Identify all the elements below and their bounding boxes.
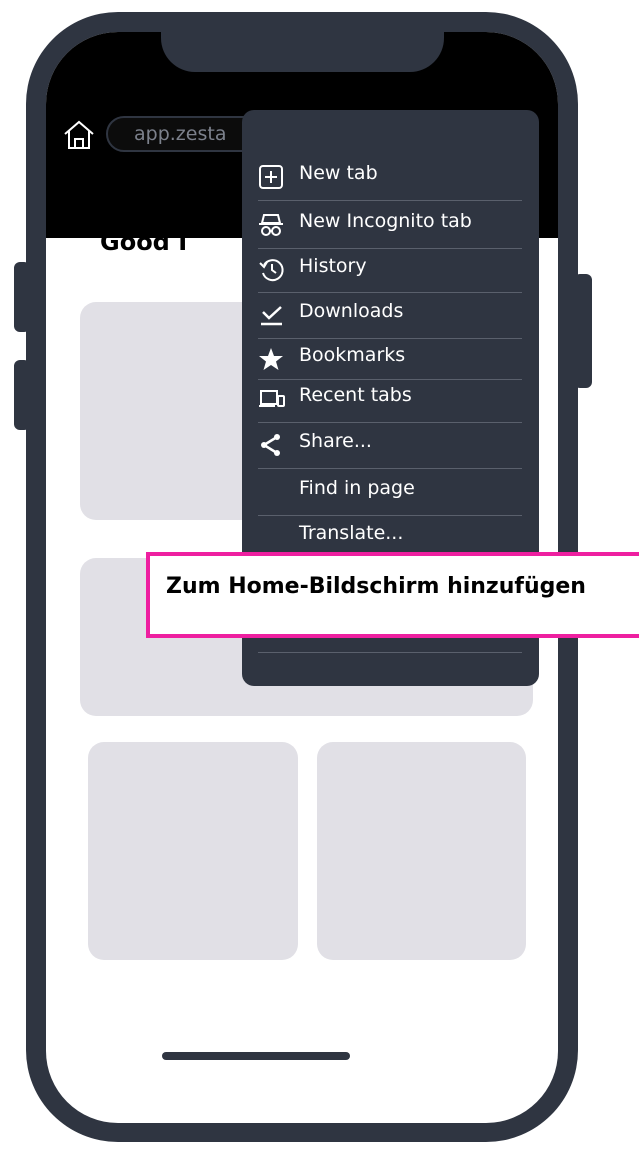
menu-divider (258, 292, 522, 293)
notch (161, 32, 444, 72)
callout-text: Zum Home-Bildschirm hinzufügen (166, 574, 586, 599)
menu-item-history[interactable]: History (258, 249, 522, 289)
add-to-home-screen-callout[interactable]: Zum Home-Bildschirm hinzufügen (146, 552, 639, 638)
incognito-icon (259, 214, 283, 236)
home-indicator (162, 1052, 350, 1060)
menu-item-share[interactable]: Share... (258, 424, 522, 464)
history-icon (259, 259, 284, 282)
menu-item-label: Recent tabs (299, 384, 412, 406)
content-card-4[interactable] (317, 742, 526, 960)
menu-item-find-in-page[interactable]: Find in page (258, 471, 522, 511)
content-card-1[interactable] (80, 302, 260, 520)
menu-divider (258, 422, 522, 423)
menu-item-new-tab[interactable]: New tab (258, 156, 522, 196)
star-icon (259, 348, 283, 370)
home-button[interactable] (62, 118, 96, 152)
url-text: app.zesta (134, 123, 227, 145)
menu-item-incognito[interactable]: New Incognito tab (258, 204, 522, 244)
menu-divider (258, 652, 522, 653)
download-check-icon (261, 306, 282, 326)
menu-item-downloads[interactable]: Downloads (258, 294, 522, 334)
menu-item-label: History (299, 255, 367, 277)
home-icon (64, 120, 94, 149)
menu-divider (258, 468, 522, 469)
menu-item-label: Bookmarks (299, 344, 406, 366)
menu-item-bookmarks[interactable]: Bookmarks (258, 338, 522, 378)
menu-item-label: Downloads (299, 300, 404, 322)
content-card-3[interactable] (88, 742, 298, 960)
menu-item-label: New Incognito tab (299, 210, 472, 232)
menu-item-label: Share... (299, 430, 372, 452)
menu-item-label: New tab (299, 162, 378, 184)
devices-icon (259, 390, 285, 407)
menu-item-translate[interactable]: Translate... (258, 516, 522, 556)
menu-item-recent-tabs[interactable]: Recent tabs (258, 378, 522, 418)
new-tab-icon (259, 165, 283, 189)
share-icon (261, 434, 280, 456)
menu-item-label: Translate... (299, 522, 404, 544)
menu-item-label: Find in page (299, 477, 415, 499)
menu-divider (258, 200, 522, 201)
page-greeting: Good I (100, 228, 188, 256)
